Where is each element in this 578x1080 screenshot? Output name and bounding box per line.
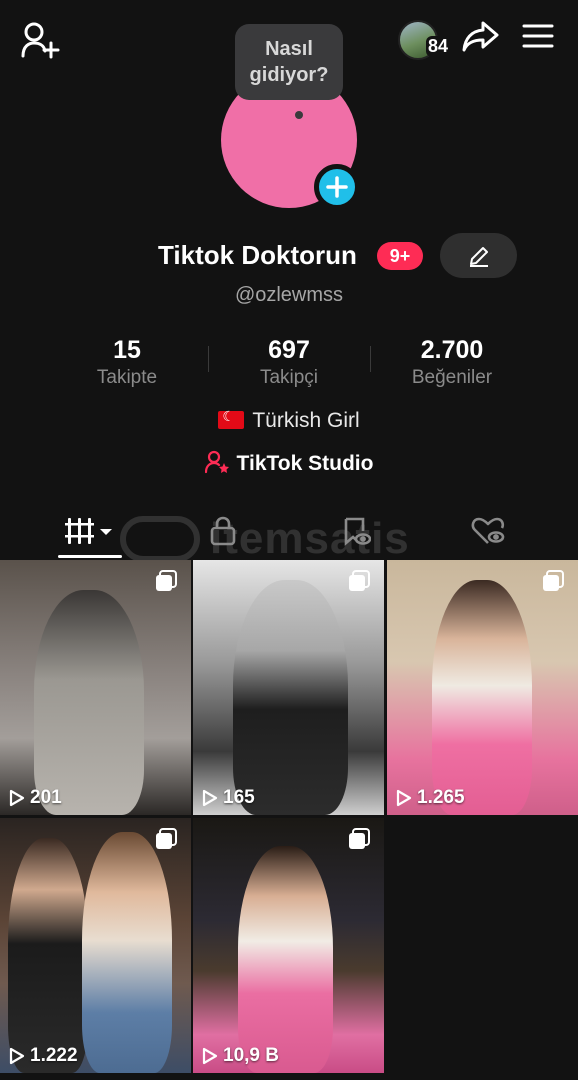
tab-private[interactable] xyxy=(173,505,273,557)
bio: Türkish Girl xyxy=(0,408,578,437)
play-icon xyxy=(9,1047,25,1065)
view-count: 201 xyxy=(8,787,62,809)
share-icon[interactable] xyxy=(458,16,502,56)
play-icon xyxy=(202,789,218,807)
view-count-value: 1.265 xyxy=(417,787,465,808)
view-count: 1.265 xyxy=(395,787,465,809)
view-count-value: 10,9 B xyxy=(223,1045,279,1066)
stat-followers[interactable]: 697 Takipçi xyxy=(209,336,369,389)
tab-liked[interactable] xyxy=(438,505,538,557)
tab-videos[interactable] xyxy=(40,505,140,557)
stat-following[interactable]: 15 Takipte xyxy=(47,336,207,389)
stat-value: 2.700 xyxy=(420,336,484,364)
view-count-value: 165 xyxy=(223,787,255,808)
add-story-button[interactable] xyxy=(314,164,360,210)
video-tile[interactable]: 165 xyxy=(193,560,384,815)
name-row: Tiktok Doktorun 9+ xyxy=(0,233,578,278)
active-tab-indicator xyxy=(58,555,122,558)
lock-icon xyxy=(210,516,236,546)
tab-reposts[interactable] xyxy=(306,505,406,557)
thumbnail-figure xyxy=(8,838,88,1073)
video-tile[interactable]: 10,9 B xyxy=(193,818,384,1073)
multi-photo-icon xyxy=(349,828,370,849)
play-icon xyxy=(9,789,25,807)
bookmark-eye-icon xyxy=(344,517,371,546)
notification-badge[interactable]: 9+ xyxy=(377,242,423,270)
multi-photo-icon xyxy=(349,570,370,591)
edit-profile-button[interactable] xyxy=(440,233,517,278)
thumbnail-figure xyxy=(238,846,333,1073)
multi-photo-icon xyxy=(543,570,564,591)
stat-label: Beğeniler xyxy=(411,367,493,388)
multi-photo-icon xyxy=(156,828,177,849)
turkey-flag-icon xyxy=(218,408,245,429)
stat-value: 15 xyxy=(113,336,141,364)
stat-label: Takipte xyxy=(96,367,158,388)
view-count: 10,9 B xyxy=(201,1045,279,1067)
view-count-value: 1.222 xyxy=(30,1045,78,1066)
video-tile[interactable]: 1.265 xyxy=(387,560,578,815)
username: @ozlewmss xyxy=(234,284,344,306)
add-friend-icon[interactable] xyxy=(18,20,62,60)
status-bubble[interactable]: Nasıl gidiyor? xyxy=(235,24,343,100)
view-count: 165 xyxy=(201,787,255,809)
thumbnail-figure xyxy=(82,832,172,1073)
stats-row: 15 Takipte 697 Takipçi 2.700 Beğeniler xyxy=(0,336,578,396)
video-tile[interactable]: 201 xyxy=(0,560,191,815)
story-count: 84 xyxy=(426,36,451,57)
story-avatar-button[interactable]: 84 xyxy=(398,20,458,60)
thumbnail-figure xyxy=(233,580,348,815)
view-count-value: 201 xyxy=(30,787,62,808)
video-grid: 201 165 1.265 1.222 10,9 B xyxy=(0,560,578,1080)
plus-icon xyxy=(326,176,348,198)
studio-person-star-icon xyxy=(204,450,231,480)
menu-icon[interactable] xyxy=(516,16,560,56)
profile-tabs xyxy=(0,505,578,558)
studio-label: TikTok Studio xyxy=(236,452,374,475)
thumbnail-figure xyxy=(34,590,144,815)
display-name: Tiktok Doktorun xyxy=(158,240,357,270)
bio-text: Türkish Girl xyxy=(252,409,360,432)
play-icon xyxy=(396,789,412,807)
tiktok-studio-link[interactable]: TikTok Studio xyxy=(0,450,578,480)
play-icon xyxy=(202,1047,218,1065)
multi-photo-icon xyxy=(156,570,177,591)
grid-icon xyxy=(65,518,112,544)
video-tile[interactable]: 1.222 xyxy=(0,818,191,1073)
stat-value: 697 xyxy=(268,336,310,364)
thumbnail-figure xyxy=(432,580,532,815)
bubble-tail xyxy=(295,111,303,119)
pencil-icon xyxy=(469,246,488,267)
stat-likes[interactable]: 2.700 Beğeniler xyxy=(372,336,532,389)
divider xyxy=(370,346,371,372)
stat-label: Takipçi xyxy=(259,367,319,388)
heart-eye-icon xyxy=(471,517,505,544)
status-bubble-text: Nasıl gidiyor? xyxy=(249,38,329,86)
view-count: 1.222 xyxy=(8,1045,78,1067)
